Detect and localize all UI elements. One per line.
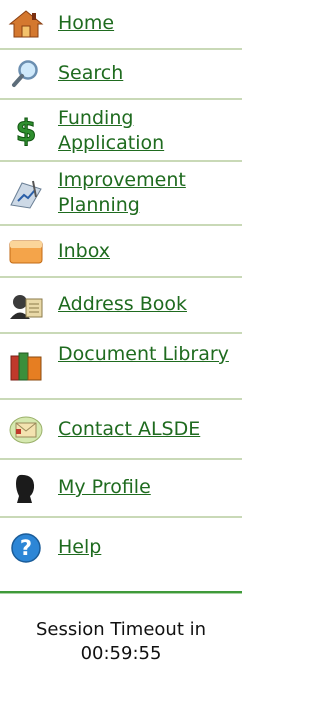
nav-link-search[interactable]: Search: [58, 61, 236, 86]
books-icon: [8, 350, 44, 382]
planning-chart-icon: [8, 177, 44, 209]
nav-link-inbox[interactable]: Inbox: [58, 239, 236, 264]
session-timeout-value: 00:59:55: [80, 643, 162, 664]
session-timeout: Session Timeout in 00:59:55: [0, 618, 242, 666]
profile-silhouette-icon: [8, 472, 44, 504]
svg-text:?: ?: [20, 536, 32, 560]
nav-item-home[interactable]: Home: [0, 0, 242, 50]
svg-text:$: $: [16, 114, 37, 146]
inbox-tray-icon: [8, 235, 44, 267]
nav-item-help[interactable]: ? Help: [0, 518, 242, 578]
nav-link-funding-application[interactable]: Funding Application: [58, 106, 236, 156]
envelope-icon: [8, 413, 44, 445]
nav-link-my-profile[interactable]: My Profile: [58, 475, 236, 500]
footer-divider: [0, 591, 242, 594]
nav-item-funding-application[interactable]: $ Funding Application: [0, 100, 242, 162]
help-question-icon: ?: [8, 532, 44, 564]
magnifier-icon: [8, 58, 44, 90]
home-icon: [8, 8, 44, 40]
sidebar-nav: Home Search $ Funding Application Improv…: [0, 0, 242, 578]
nav-item-my-profile[interactable]: My Profile: [0, 460, 242, 518]
nav-link-address-book[interactable]: Address Book: [58, 292, 236, 317]
dollar-sign-icon: $: [8, 114, 44, 146]
nav-link-contact-alsde[interactable]: Contact ALSDE: [58, 417, 236, 442]
address-book-icon: [8, 289, 44, 321]
session-timeout-label: Session Timeout in: [35, 619, 207, 640]
nav-item-inbox[interactable]: Inbox: [0, 226, 242, 278]
nav-link-improvement-planning[interactable]: Improvement Planning: [58, 168, 236, 218]
nav-item-document-library[interactable]: Document Library: [0, 334, 242, 400]
nav-item-address-book[interactable]: Address Book: [0, 278, 242, 334]
nav-item-search[interactable]: Search: [0, 50, 242, 100]
nav-item-contact-alsde[interactable]: Contact ALSDE: [0, 400, 242, 460]
nav-link-home[interactable]: Home: [58, 11, 236, 36]
nav-link-document-library[interactable]: Document Library: [58, 342, 236, 367]
nav-item-improvement-planning[interactable]: Improvement Planning: [0, 162, 242, 226]
nav-link-help[interactable]: Help: [58, 535, 236, 560]
